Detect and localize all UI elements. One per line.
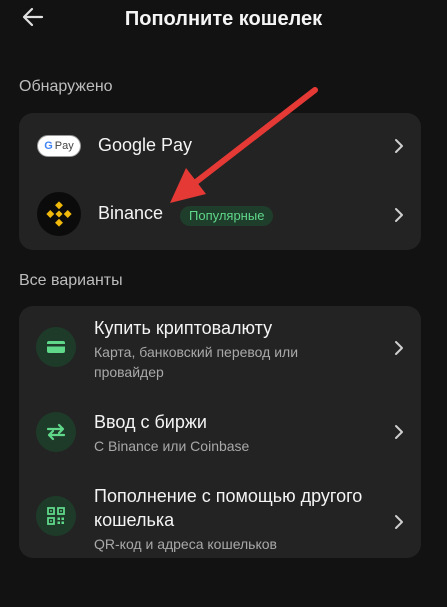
detected-card: G Pay Google Pay Binance Популярные — [19, 113, 421, 250]
exchange-deposit-option[interactable]: Ввод с биржи С Binance или Coinbase — [19, 390, 421, 472]
all-options-card: Купить криптовалюту Карта, банковский пе… — [19, 306, 421, 558]
google-pay-label: Google Pay — [98, 135, 193, 155]
buy-crypto-option[interactable]: Купить криптовалюту Карта, банковский пе… — [19, 306, 421, 390]
chevron-right-icon — [395, 208, 403, 222]
binance-option[interactable]: Binance Популярные — [19, 179, 421, 250]
binance-label: Binance — [98, 203, 164, 223]
qr-code-icon — [36, 496, 76, 536]
binance-logo-icon — [37, 192, 81, 236]
google-pay-logo-icon: G Pay — [37, 135, 81, 157]
chevron-right-icon — [395, 139, 403, 153]
exchange-deposit-subtitle: С Binance или Coinbase — [94, 438, 250, 454]
google-pay-option[interactable]: G Pay Google Pay — [19, 113, 421, 179]
card-icon — [36, 327, 76, 367]
chevron-right-icon — [395, 515, 403, 529]
chevron-right-icon — [395, 341, 403, 355]
other-wallet-title: Пополнение с помощью другого кошелька — [94, 486, 363, 530]
exchange-arrows-icon — [36, 412, 76, 452]
buy-crypto-title: Купить криптовалюту — [94, 318, 273, 338]
chevron-right-icon — [395, 425, 403, 439]
section-label-detected: Обнаружено — [19, 78, 113, 95]
section-label-all-options: Все варианты — [19, 272, 123, 289]
top-bar: Пополните кошелек — [0, 0, 447, 40]
other-wallet-option[interactable]: Пополнение с помощью другого кошелька QR… — [19, 472, 421, 558]
exchange-deposit-title: Ввод с биржи — [94, 412, 207, 432]
other-wallet-subtitle: QR-код и адреса кошельков — [94, 536, 277, 552]
page-title: Пополните кошелек — [124, 8, 323, 30]
buy-crypto-subtitle: Карта, банковский перевод или провайдер — [94, 344, 299, 380]
popular-badge: Популярные — [180, 206, 274, 226]
